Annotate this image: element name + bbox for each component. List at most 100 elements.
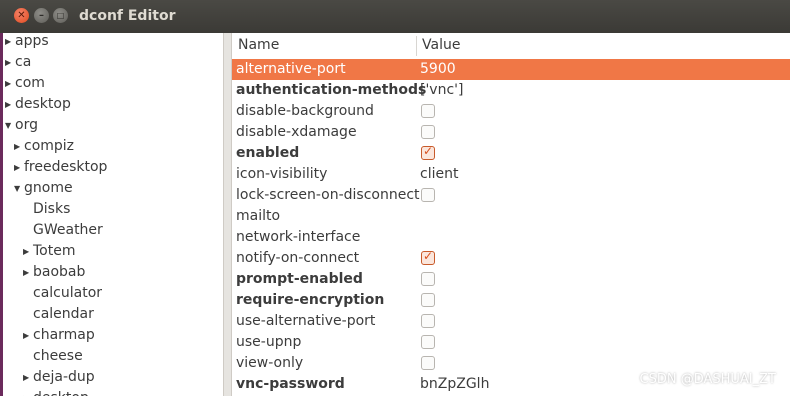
tree-item[interactable]: ▶ freedesktop bbox=[14, 157, 107, 178]
expander-closed-icon[interactable]: ▶ bbox=[23, 388, 33, 396]
table-row[interactable]: notify-on-connect bbox=[232, 248, 790, 269]
tree-item[interactable]: ▼ gnome bbox=[14, 178, 73, 199]
tree-item-label: compiz bbox=[24, 138, 75, 154]
table-row[interactable]: lock-screen-on-disconnect bbox=[232, 185, 790, 206]
checkbox-unchecked[interactable] bbox=[421, 104, 435, 118]
key-value[interactable]: 5900 bbox=[420, 59, 456, 80]
key-name: view-only bbox=[236, 355, 304, 371]
table-row[interactable]: alternative-port 5900 bbox=[232, 59, 790, 80]
tree-item[interactable]: ▶desktop bbox=[5, 94, 71, 115]
expander-open-icon[interactable]: ▼ bbox=[5, 115, 15, 136]
checkbox-checked[interactable] bbox=[421, 144, 435, 160]
expander-closed-icon[interactable]: ▶ bbox=[14, 157, 24, 178]
close-button[interactable]: ✕ bbox=[14, 8, 29, 23]
key-name: alternative-port bbox=[236, 61, 346, 77]
checkbox-checked[interactable] bbox=[421, 249, 435, 265]
tree-item[interactable]: GWeather bbox=[23, 220, 103, 241]
tree-item-label: desktop bbox=[33, 390, 89, 396]
key-name: use-upnp bbox=[236, 334, 302, 350]
table-row[interactable]: disable-xdamage bbox=[232, 122, 790, 143]
key-name: use-alternative-port bbox=[236, 313, 376, 329]
table-row[interactable]: view-only bbox=[232, 353, 790, 374]
checkbox-unchecked[interactable] bbox=[421, 356, 435, 370]
tree-item-label: org bbox=[15, 117, 38, 133]
table-row[interactable]: prompt-enabled bbox=[232, 269, 790, 290]
key-value[interactable]: client bbox=[420, 164, 458, 185]
column-header-value[interactable]: Value bbox=[422, 33, 460, 59]
tree-item-label: charmap bbox=[33, 327, 95, 343]
tree-item-label: GWeather bbox=[33, 222, 103, 238]
expander-closed-icon[interactable]: ▶ bbox=[23, 367, 33, 388]
tree-item[interactable]: ▶ ca bbox=[5, 52, 31, 73]
checkbox-unchecked[interactable] bbox=[421, 293, 435, 307]
tree-item[interactable]: ▶ compiz bbox=[14, 136, 74, 157]
expander-closed-icon[interactable]: ▶ bbox=[5, 73, 15, 94]
checkbox-unchecked[interactable] bbox=[421, 188, 435, 202]
tree-item[interactable]: Disks bbox=[23, 199, 70, 220]
tree-item[interactable]: ▶ Totem bbox=[23, 241, 75, 262]
table-row[interactable]: mailto bbox=[232, 206, 790, 227]
tree-item-label: calendar bbox=[33, 306, 94, 322]
tree-item[interactable]: ▶ charmap bbox=[23, 325, 95, 346]
maximize-button[interactable]: □ bbox=[53, 8, 68, 23]
tree-item-label: cheese bbox=[33, 348, 83, 364]
tree-item[interactable]: calculator bbox=[23, 283, 102, 304]
tree-item-label: baobab bbox=[33, 264, 86, 280]
checkbox-unchecked[interactable] bbox=[421, 314, 435, 328]
key-name: lock-screen-on-disconnect bbox=[236, 187, 420, 203]
tree-item[interactable]: calendar bbox=[23, 304, 94, 325]
table-row[interactable]: disable-background bbox=[232, 101, 790, 122]
minimize-icon: – bbox=[39, 10, 44, 21]
tree-item-label: desktop bbox=[15, 96, 71, 112]
column-separator[interactable] bbox=[416, 36, 417, 56]
key-name: vnc-password bbox=[236, 376, 345, 392]
minimize-button[interactable]: – bbox=[34, 8, 49, 23]
column-header-name[interactable]: Name bbox=[238, 33, 279, 59]
tree-item-label: gnome bbox=[24, 180, 73, 196]
table-row[interactable]: require-encryption bbox=[232, 290, 790, 311]
key-name: require-encryption bbox=[236, 292, 385, 308]
expander-closed-icon[interactable]: ▶ bbox=[23, 262, 33, 283]
tree-item-label: ca bbox=[15, 54, 32, 70]
tree-item[interactable]: ▶ apps bbox=[5, 33, 49, 52]
checkbox-unchecked[interactable] bbox=[421, 125, 435, 139]
watermark: CSDN @DASHUAI_ZT bbox=[639, 372, 777, 387]
expander-closed-icon[interactable]: ▶ bbox=[5, 52, 15, 73]
table-row[interactable]: network-interface bbox=[232, 227, 790, 248]
checkbox-unchecked[interactable] bbox=[421, 335, 435, 349]
tree-item[interactable]: cheese bbox=[23, 346, 83, 367]
schema-tree[interactable]: ▶ apps ▶ ca ▶ com ▶ desktop ▼ org ▶ compiz ▶ freedesk… bbox=[3, 33, 223, 396]
key-name: notify-on-connect bbox=[236, 250, 360, 266]
tree-item-label: apps bbox=[15, 33, 49, 49]
key-value[interactable]: bnZpZGlh bbox=[420, 374, 489, 395]
expander-closed-icon[interactable]: ▶ bbox=[23, 241, 33, 262]
key-value[interactable]: ['vnc'] bbox=[420, 80, 463, 101]
table-row[interactable]: use-upnp bbox=[232, 332, 790, 353]
pane-divider[interactable] bbox=[223, 33, 232, 396]
tree-item-label: Totem bbox=[33, 243, 76, 259]
tree-item[interactable]: ▼ org bbox=[5, 115, 38, 136]
expander-closed-icon[interactable]: ▶ bbox=[5, 33, 15, 52]
tree-item-label: freedesktop bbox=[24, 159, 108, 175]
expander-closed-icon[interactable]: ▶ bbox=[14, 136, 24, 157]
table-row[interactable]: authentication-methods ['vnc'] bbox=[232, 80, 790, 101]
tree-item[interactable]: ▶ com bbox=[5, 73, 45, 94]
expander-closed-icon[interactable]: ▶ bbox=[23, 325, 33, 346]
tree-item-label: com bbox=[15, 75, 45, 91]
expander-open-icon[interactable]: ▼ bbox=[14, 178, 24, 199]
title-bar: ✕ – □ dconf Editor bbox=[0, 0, 790, 33]
expander-closed-icon[interactable]: ▶ bbox=[5, 94, 15, 115]
tree-item[interactable]: ▶desktop bbox=[23, 388, 89, 396]
close-icon: ✕ bbox=[17, 10, 26, 21]
checkbox-unchecked[interactable] bbox=[421, 272, 435, 286]
table-row[interactable]: use-alternative-port bbox=[232, 311, 790, 332]
table-row[interactable]: enabled bbox=[232, 143, 790, 164]
tree-item[interactable]: ▶ baobab bbox=[23, 262, 85, 283]
window-title: dconf Editor bbox=[79, 8, 176, 24]
tree-item-label: deja-dup bbox=[33, 369, 95, 385]
key-name: enabled bbox=[236, 145, 300, 161]
tree-item-label: calculator bbox=[33, 285, 103, 301]
table-row[interactable]: icon-visibility client bbox=[232, 164, 790, 185]
key-name: disable-background bbox=[236, 103, 374, 119]
tree-item[interactable]: ▶ deja-dup bbox=[23, 367, 95, 388]
